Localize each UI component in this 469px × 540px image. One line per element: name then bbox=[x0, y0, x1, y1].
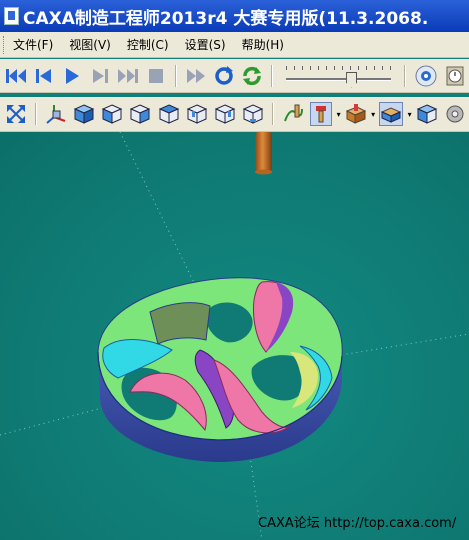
axis-icon[interactable] bbox=[45, 102, 67, 126]
caxa-app-icon[interactable] bbox=[4, 7, 19, 25]
chevron-down-icon[interactable]: ▾ bbox=[335, 102, 341, 126]
watermark: CAXA论坛 http://top.caxa.com/ bbox=[258, 516, 457, 531]
menu-file[interactable]: 文件(F) bbox=[13, 36, 53, 53]
menu-view[interactable]: 视图(V) bbox=[69, 36, 111, 53]
window-title: CAXA制造工程师2013r4 大赛专用版(11.3.2068. bbox=[23, 8, 429, 29]
bottom-view-icon[interactable] bbox=[242, 102, 264, 126]
step-back-icon[interactable] bbox=[33, 64, 55, 88]
chevron-down-icon[interactable]: ▾ bbox=[370, 102, 376, 126]
playback-toolbar bbox=[0, 59, 469, 93]
machining-scene: CAXA论坛 http://top.caxa.com/ bbox=[0, 132, 469, 540]
front-view-icon[interactable] bbox=[101, 102, 123, 126]
menu-help[interactable]: 帮助(H) bbox=[242, 36, 284, 53]
menu-settings[interactable]: 设置(S) bbox=[185, 36, 226, 53]
refresh-icon[interactable] bbox=[241, 64, 263, 88]
skip-to-end-icon[interactable] bbox=[117, 64, 139, 88]
toolbar-separator bbox=[404, 64, 406, 87]
play-icon[interactable] bbox=[61, 64, 83, 88]
fast-forward-icon[interactable] bbox=[185, 64, 207, 88]
workpiece-icon[interactable] bbox=[379, 102, 404, 126]
iso-view-icon[interactable] bbox=[73, 102, 95, 126]
step-forward-icon[interactable] bbox=[89, 64, 111, 88]
inspect-icon[interactable] bbox=[414, 64, 438, 88]
slider-track bbox=[285, 77, 392, 81]
view-toolbar: ▾ ▾ ▾ bbox=[0, 97, 469, 132]
stop-icon[interactable] bbox=[145, 64, 167, 88]
clock-icon[interactable] bbox=[444, 64, 466, 88]
tool-path-icon[interactable] bbox=[282, 102, 304, 126]
stock-icon[interactable] bbox=[345, 102, 367, 126]
skip-to-start-icon[interactable] bbox=[5, 64, 27, 88]
toolbar-separator bbox=[175, 64, 177, 87]
menu-control[interactable]: 控制(C) bbox=[127, 36, 169, 53]
left-view-icon[interactable] bbox=[214, 102, 236, 126]
fit-view-icon[interactable] bbox=[5, 102, 27, 126]
menu-bar: 文件(F) 视图(V) 控制(C) 设置(S) 帮助(H) bbox=[0, 32, 469, 58]
shaded-cube-icon[interactable] bbox=[416, 102, 438, 126]
chevron-down-icon[interactable]: ▾ bbox=[406, 102, 412, 126]
cutting-tool bbox=[255, 132, 272, 175]
back-view-icon[interactable] bbox=[186, 102, 208, 126]
menu-grip[interactable] bbox=[3, 35, 7, 54]
tool-display-icon[interactable] bbox=[310, 102, 333, 126]
speed-slider[interactable] bbox=[285, 63, 392, 89]
toolbar-separator bbox=[270, 64, 273, 87]
slider-thumb[interactable] bbox=[346, 71, 358, 88]
gear-icon[interactable] bbox=[444, 102, 466, 126]
machined-part bbox=[97, 277, 343, 462]
right-view-icon[interactable] bbox=[129, 102, 151, 126]
title-bar: CAXA制造工程师2013r4 大赛专用版(11.3.2068. bbox=[0, 0, 469, 32]
rotate-view-icon[interactable] bbox=[213, 64, 235, 88]
toolbar-separator bbox=[35, 103, 38, 125]
top-view-icon[interactable] bbox=[158, 102, 180, 126]
simulation-viewport[interactable]: CAXA论坛 http://top.caxa.com/ bbox=[0, 132, 469, 540]
slider-ticks bbox=[285, 65, 392, 70]
toolbar-separator bbox=[272, 103, 274, 125]
